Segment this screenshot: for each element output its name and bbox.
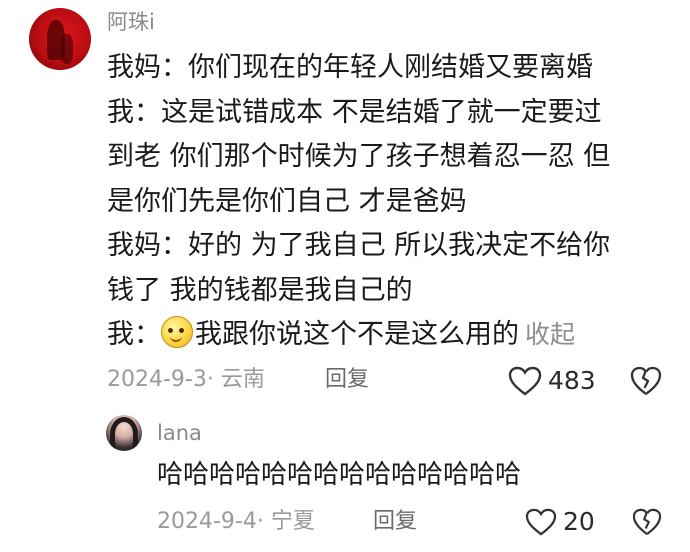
like-count: 483 xyxy=(548,366,596,395)
reply-date-location: 2024-9-4· 宁夏 xyxy=(157,509,315,534)
comment-line-last: 我： 我跟你说这个不是这么用的 收起 xyxy=(107,313,667,358)
reply-reply-button[interactable]: 回复 xyxy=(373,508,417,536)
comment-body: 我妈：你们现在的年轻人刚结婚又要离婚 我：这是试错成本 不是结婚了就一定要过 到… xyxy=(107,46,667,358)
broken-heart-icon[interactable] xyxy=(630,366,662,396)
heart-icon xyxy=(508,366,542,396)
collapse-button[interactable]: 收起 xyxy=(525,320,575,349)
reply-avatar[interactable] xyxy=(106,415,142,451)
reply-like-button[interactable]: 20 xyxy=(525,508,595,536)
reply-text: 哈哈哈哈哈哈哈哈哈哈哈哈哈哈 xyxy=(157,460,522,490)
broken-heart-icon[interactable] xyxy=(632,508,662,536)
heart-icon xyxy=(525,508,557,536)
comment-username[interactable]: 阿珠i xyxy=(107,8,155,36)
comment-line: 我妈：你们现在的年轻人刚结婚又要离婚 xyxy=(107,52,593,83)
comment-line: 到老 你们那个时候为了孩子想着忍一忍 但 xyxy=(107,141,611,172)
comment-date-location: 2024-9-3· 云南 xyxy=(107,367,265,392)
comment-line: 钱了 我的钱都是我自己的 xyxy=(107,274,413,306)
like-button[interactable]: 483 xyxy=(508,366,596,396)
comment-avatar[interactable] xyxy=(29,8,91,70)
comment-line: 是你们先是你们自己 才是爸妈 xyxy=(107,185,467,217)
reply-like-count: 20 xyxy=(563,507,595,536)
reply-button[interactable]: 回复 xyxy=(325,366,369,394)
comment-line: 我：这是试错成本 不是结婚了就一定要过 xyxy=(107,96,602,128)
comment-line: 我妈：好的 为了我自己 所以我决定不给你 xyxy=(107,230,611,261)
reply-username[interactable]: lana xyxy=(157,419,202,447)
grinning-face-icon xyxy=(161,316,193,348)
comment-speaker: 我： xyxy=(107,319,161,350)
comment-text: 我跟你说这个不是这么用的 xyxy=(195,319,519,350)
